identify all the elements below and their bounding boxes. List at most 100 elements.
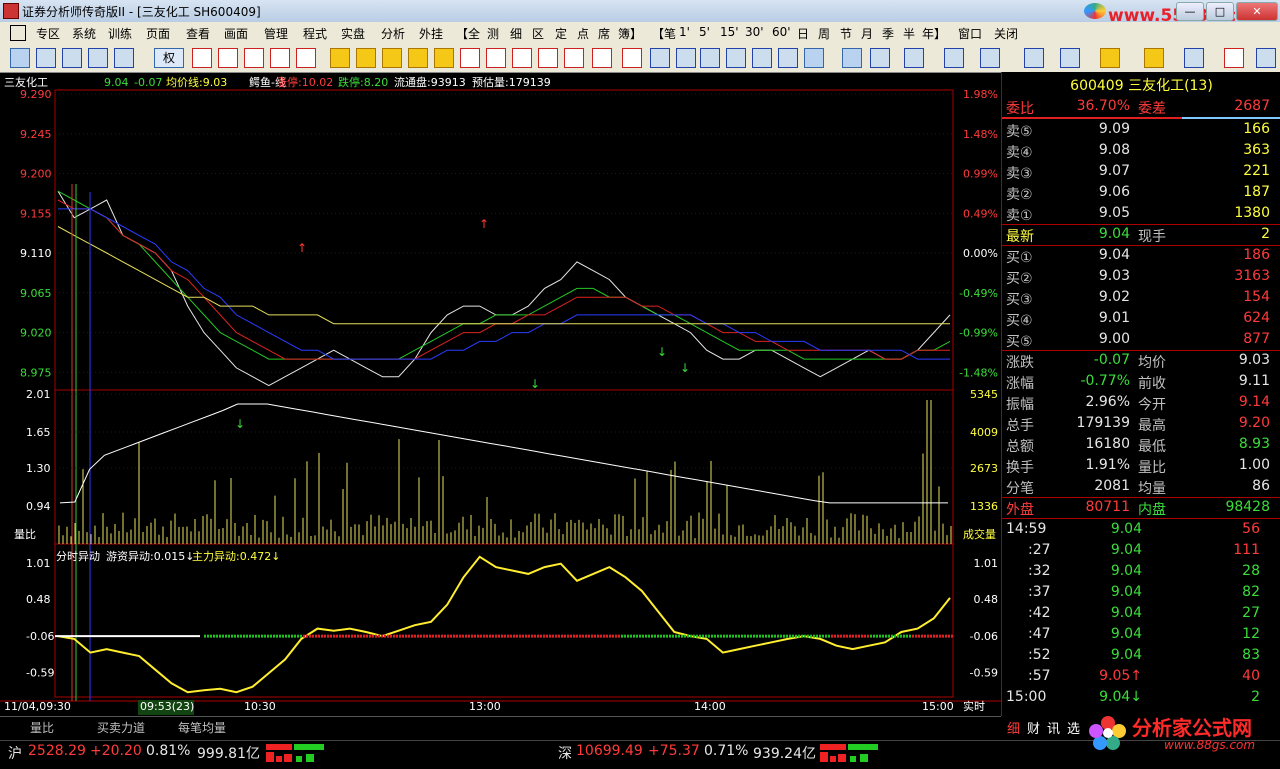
calc-icon[interactable] bbox=[460, 48, 480, 68]
menu-item-25[interactable]: 日 bbox=[797, 25, 809, 42]
cross-icon[interactable] bbox=[356, 48, 376, 68]
ray-icon[interactable] bbox=[1024, 48, 1044, 68]
menu-item-27[interactable]: 节 bbox=[840, 25, 852, 42]
box-icon[interactable] bbox=[676, 48, 696, 68]
table-icon[interactable] bbox=[622, 48, 642, 68]
zoomin-icon[interactable] bbox=[700, 48, 720, 68]
note-icon[interactable] bbox=[512, 48, 532, 68]
dollar-icon[interactable] bbox=[330, 48, 350, 68]
menu-item-9[interactable]: 分析 bbox=[381, 25, 405, 42]
menu-item-12[interactable]: 测 bbox=[487, 25, 499, 42]
tab-xi[interactable]: 细 bbox=[1007, 718, 1020, 737]
circle-icon[interactable] bbox=[1144, 48, 1164, 68]
wave-icon[interactable] bbox=[778, 48, 798, 68]
menu-item-10[interactable]: 外挂 bbox=[419, 25, 443, 42]
menu-item-8[interactable]: 实盘 bbox=[341, 25, 365, 42]
ind-right-tick-2: -0.06 bbox=[970, 630, 998, 643]
menu-item-31[interactable]: 年】 bbox=[922, 25, 946, 42]
menu-item-17[interactable]: 席 bbox=[598, 25, 610, 42]
more-icon[interactable] bbox=[1256, 48, 1276, 68]
indicator-zero-dot bbox=[621, 634, 623, 638]
menu-item-21[interactable]: 5' bbox=[699, 25, 710, 39]
up-icon[interactable] bbox=[726, 48, 746, 68]
cursor-icon[interactable] bbox=[842, 48, 862, 68]
fan-icon[interactable] bbox=[980, 48, 1000, 68]
indicator-zero-dot bbox=[816, 634, 818, 638]
menu-item-1[interactable]: 系统 bbox=[72, 25, 96, 42]
pin-icon[interactable] bbox=[88, 48, 108, 68]
channel-icon[interactable] bbox=[1060, 48, 1080, 68]
indicator-zero-dot bbox=[471, 634, 473, 638]
menu-item-33[interactable]: 关闭 bbox=[994, 25, 1018, 42]
weicha-label: 委差 bbox=[1138, 101, 1166, 117]
tab-liangbi[interactable]: 量比 bbox=[30, 719, 54, 736]
chart-mode-icon[interactable] bbox=[10, 48, 30, 68]
menu-item-7[interactable]: 程式 bbox=[303, 25, 327, 42]
move-icon[interactable] bbox=[650, 48, 670, 68]
menu-item-13[interactable]: 细 bbox=[510, 25, 522, 42]
frame-icon[interactable] bbox=[218, 48, 238, 68]
quan-button[interactable]: 权 bbox=[154, 48, 184, 68]
down-icon[interactable] bbox=[752, 48, 772, 68]
bars-icon[interactable] bbox=[944, 48, 964, 68]
grid2-icon[interactable] bbox=[486, 48, 506, 68]
menu-item-23[interactable]: 30' bbox=[745, 25, 764, 39]
menu-item-20[interactable]: 1' bbox=[679, 25, 690, 39]
menu-item-28[interactable]: 月 bbox=[861, 25, 873, 42]
menu-item-30[interactable]: 半 bbox=[903, 25, 915, 42]
text-icon[interactable] bbox=[1224, 48, 1244, 68]
tab-xun[interactable]: 讯 bbox=[1047, 718, 1060, 737]
menu-item-14[interactable]: 区 bbox=[532, 25, 544, 42]
menu-item-5[interactable]: 画面 bbox=[224, 25, 248, 42]
pct-tick-3: 0.49% bbox=[963, 207, 998, 220]
minimize-button[interactable]: — bbox=[1176, 2, 1204, 21]
tab-meibi-junliang[interactable]: 每笔均量 bbox=[178, 719, 226, 736]
line-icon[interactable] bbox=[870, 48, 890, 68]
grid-icon[interactable] bbox=[36, 48, 56, 68]
tab-cai[interactable]: 财 bbox=[1027, 718, 1040, 737]
angle-icon[interactable] bbox=[1184, 48, 1204, 68]
flag-icon[interactable] bbox=[114, 48, 134, 68]
menu-item-11[interactable]: 【全 bbox=[456, 25, 480, 42]
rect-icon[interactable] bbox=[1100, 48, 1120, 68]
menu-item-4[interactable]: 查看 bbox=[186, 25, 210, 42]
intraday-chart[interactable]: 三友化工 9.04 -0.07 均价线:9.03 鳄鱼-线涨停:10.02 跌停:8.20… bbox=[0, 72, 1001, 716]
menu-item-32[interactable]: 窗口 bbox=[958, 25, 982, 42]
tab-xuan[interactable]: 选 bbox=[1067, 718, 1080, 737]
menu-item-3[interactable]: 页面 bbox=[146, 25, 170, 42]
indicator-zero-dot bbox=[927, 634, 929, 638]
deep-icon[interactable] bbox=[244, 48, 264, 68]
menu-item-0[interactable]: 专区 bbox=[36, 25, 60, 42]
menu-item-19[interactable]: 【笔 bbox=[652, 25, 676, 42]
sell-price: 9.08 bbox=[1098, 142, 1130, 158]
menu-item-18[interactable]: 簿】 bbox=[618, 25, 642, 42]
trend-icon[interactable] bbox=[904, 48, 924, 68]
tab-maimai-lidao[interactable]: 买卖力道 bbox=[97, 719, 145, 736]
menu-item-2[interactable]: 训练 bbox=[108, 25, 132, 42]
list-icon[interactable] bbox=[62, 48, 82, 68]
maximize-button[interactable]: □ bbox=[1206, 2, 1234, 21]
page-icon[interactable] bbox=[564, 48, 584, 68]
menu-item-22[interactable]: 15' bbox=[720, 25, 739, 39]
hourglass-icon[interactable] bbox=[382, 48, 402, 68]
menu-item-6[interactable]: 管理 bbox=[264, 25, 288, 42]
indicator-zero-dot bbox=[516, 634, 518, 638]
close-button[interactable]: ✕ bbox=[1236, 2, 1278, 21]
guard-icon[interactable] bbox=[270, 48, 290, 68]
report-icon[interactable] bbox=[296, 48, 316, 68]
pan-icon[interactable] bbox=[804, 48, 824, 68]
house-icon[interactable] bbox=[434, 48, 454, 68]
menu-item-26[interactable]: 周 bbox=[818, 25, 830, 42]
delta-icon[interactable] bbox=[592, 48, 612, 68]
menu-item-15[interactable]: 定 bbox=[555, 25, 567, 42]
app-menu-icon[interactable] bbox=[10, 25, 26, 41]
menu-item-16[interactable]: 点 bbox=[577, 25, 589, 42]
tick-time: :47 bbox=[1028, 626, 1051, 642]
menu-item-29[interactable]: 季 bbox=[882, 25, 894, 42]
buy-price: 9.02 bbox=[1098, 289, 1130, 305]
list-red-icon[interactable] bbox=[192, 48, 212, 68]
chart2-icon[interactable] bbox=[538, 48, 558, 68]
quote-panel: 600409 三友化工(13) 委比 36.70% 委差 2687 卖⑤ 9.09 166 卖… bbox=[1001, 72, 1280, 716]
menu-item-24[interactable]: 60' bbox=[772, 25, 791, 39]
star-icon[interactable] bbox=[408, 48, 428, 68]
